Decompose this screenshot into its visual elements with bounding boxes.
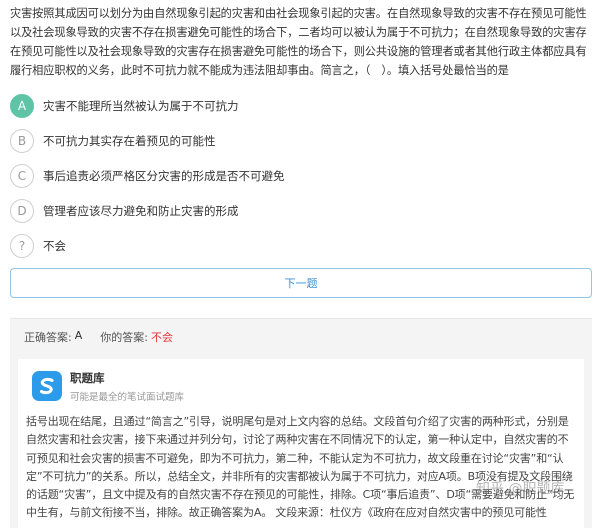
your-answer-value: 不会 bbox=[150, 331, 173, 344]
next-question-button[interactable]: 下一题 bbox=[10, 268, 592, 298]
brand-tagline: 可能是最全的笔试面试题库 bbox=[70, 392, 185, 403]
explanation-text: 括号出现在结尾，且通过“简言之”引导，说明尾句是对上文内容的总结。文段首句介绍了… bbox=[26, 415, 575, 520]
correct-answer-value: A bbox=[74, 329, 83, 342]
option-unknown-label: 不会 bbox=[43, 238, 66, 253]
option-b[interactable]: B 不可抗力其实存在着预见的可能性 bbox=[10, 123, 592, 158]
your-answer-label: 你的答案: bbox=[100, 331, 148, 344]
explanation-card: 职题库 可能是最全的笔试面试题库 括号出现在结尾，且通过“简言之”引导，说明尾句… bbox=[18, 359, 584, 528]
watermark: 知乎 @职题库 bbox=[476, 481, 565, 497]
option-a-badge: A bbox=[10, 93, 34, 118]
question-text: 灾害按照其成因可以划分为由自然现象引起的灾害和由社会现象引起的灾害。在自然现象导… bbox=[10, 7, 587, 77]
options-list: A 灾害不能理所当然被认为属于不可抗力 B 不可抗力其实存在着预见的可能性 C … bbox=[10, 88, 592, 263]
brand-name: 职题库 bbox=[70, 371, 105, 385]
brand-logo-icon bbox=[32, 371, 62, 401]
option-unknown[interactable]: ? 不会 bbox=[10, 228, 592, 263]
option-b-badge: B bbox=[10, 128, 34, 153]
question-mark-icon: ? bbox=[10, 233, 34, 258]
option-a[interactable]: A 灾害不能理所当然被认为属于不可抗力 bbox=[10, 88, 592, 123]
option-c-badge: C bbox=[10, 163, 34, 188]
answer-row: 正确答案: A 你的答案: 不会 bbox=[24, 329, 173, 345]
option-c-label: 事后追责必须严格区分灾害的形成是否不可避免 bbox=[43, 168, 285, 183]
option-d-badge: D bbox=[10, 198, 34, 223]
option-d[interactable]: D 管理者应该尽力避免和防止灾害的形成 bbox=[10, 193, 592, 228]
option-c[interactable]: C 事后追责必须严格区分灾害的形成是否不可避免 bbox=[10, 158, 592, 193]
correct-answer-label: 正确答案: bbox=[24, 331, 72, 344]
option-b-label: 不可抗力其实存在着预见的可能性 bbox=[43, 133, 216, 148]
option-a-label: 灾害不能理所当然被认为属于不可抗力 bbox=[43, 98, 239, 113]
option-d-label: 管理者应该尽力避免和防止灾害的形成 bbox=[43, 203, 239, 218]
